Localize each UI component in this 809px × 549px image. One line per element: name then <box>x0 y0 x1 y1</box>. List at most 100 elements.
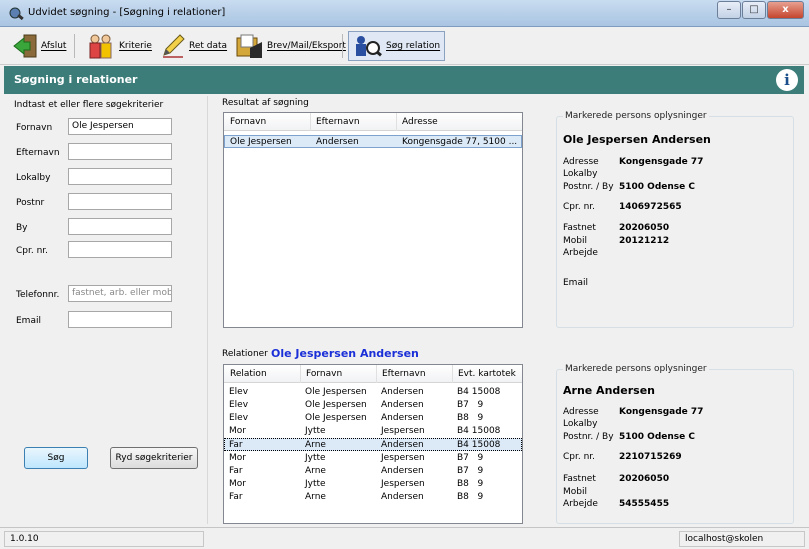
window-title: Udvidet søgning - [Søgning i relationer] <box>28 7 226 18</box>
search-button[interactable]: Søg <box>24 447 88 469</box>
relations-list[interactable]: Relation Fornavn Efternavn Evt. kartotek… <box>223 364 523 524</box>
rel-relation: Mor <box>229 479 246 489</box>
cpr-input[interactable] <box>68 241 172 258</box>
postnr-by-label: Postnr. / By <box>563 182 614 192</box>
rel-relation: Far <box>229 492 243 502</box>
result-adresse: Kongensgade 77, 5100 ... <box>402 137 518 147</box>
rel-fornavn: Jytte <box>305 453 326 463</box>
rel-fornavn: Jytte <box>305 426 326 436</box>
rel-fornavn: Jytte <box>305 479 326 489</box>
toolbar-separator <box>342 34 343 58</box>
rel-fornavn: Ole Jespersen <box>305 400 367 410</box>
adresse-label: Adresse <box>563 407 599 417</box>
clear-criteria-button[interactable]: Ryd søgekriterier <box>110 447 198 469</box>
edit-pen-icon <box>163 34 185 58</box>
status-bar: 1.0.10 localhost@skolen <box>0 527 809 549</box>
adresse-label: Adresse <box>563 157 599 167</box>
app-icon <box>9 7 24 20</box>
arbejde-label: Arbejde <box>563 248 598 258</box>
relation-row[interactable]: Mor Jytte Jespersen B8 9 <box>224 478 522 491</box>
rel-col-kartotek[interactable]: Evt. kartotek <box>458 369 516 379</box>
postnr-label: Postnr <box>16 198 45 208</box>
by-input[interactable] <box>68 218 172 235</box>
kriterie-button[interactable]: Kriterie <box>82 31 156 61</box>
arbejde-label: Arbejde <box>563 499 598 509</box>
rel-kartotek: B4 15008 <box>457 426 501 436</box>
afslut-button[interactable]: Afslut <box>8 31 70 61</box>
email-input[interactable] <box>68 311 172 328</box>
exit-icon <box>13 34 37 58</box>
relation-row[interactable]: Mor Jytte Jespersen B4 15008 <box>224 425 522 438</box>
results-col-adresse[interactable]: Adresse <box>402 117 438 127</box>
minimize-button[interactable]: – <box>717 1 741 19</box>
rel-fornavn: Arne <box>305 492 326 502</box>
rel-col-fornavn[interactable]: Fornavn <box>306 369 342 379</box>
result-fornavn: Ole Jespersen <box>230 137 292 147</box>
kriterie-label: Kriterie <box>119 41 152 51</box>
rel-kartotek: B8 9 <box>457 492 484 502</box>
rel-kartotek: B7 9 <box>457 466 484 476</box>
rel-efternavn: Jespersen <box>381 479 425 489</box>
rel-col-efternavn[interactable]: Efternavn <box>382 369 426 379</box>
close-button[interactable]: x <box>767 1 804 19</box>
fornavn-input[interactable]: Ole Jespersen <box>68 118 172 135</box>
rel-relation: Far <box>229 466 243 476</box>
toolbar: Afslut Kriterie Ret data Brev/Mail/Ekspo… <box>0 28 809 65</box>
telefon-input[interactable]: fastnet, arb. eller mobil <box>68 285 172 302</box>
results-header: Fornavn Efternavn Adresse <box>224 113 522 131</box>
lokalby-label: Lokalby <box>16 173 51 183</box>
postnr-by-label: Postnr. / By <box>563 432 614 442</box>
lokalby-input[interactable] <box>68 168 172 185</box>
telefon-label: Telefonnr. <box>16 290 60 300</box>
relations-person-name: Ole Jespersen Andersen <box>271 347 419 360</box>
rel-kartotek: B8 9 <box>457 479 484 489</box>
rel-efternavn: Andersen <box>381 440 424 450</box>
relation-person-info-label: Markerede persons oplysninger <box>563 364 709 374</box>
ret-data-button[interactable]: Ret data <box>156 31 231 61</box>
brev-mail-eksport-button[interactable]: Brev/Mail/Eksport <box>230 31 350 61</box>
title-bar: Udvidet søgning - [Søgning i relationer]… <box>0 0 809 27</box>
relation-row[interactable]: Mor Jytte Jespersen B7 9 <box>224 452 522 465</box>
efternavn-input[interactable] <box>68 143 172 160</box>
rel-relation: Elev <box>229 387 249 397</box>
rel-relation: Far <box>229 440 243 450</box>
relation-row[interactable]: Far Arne Andersen B7 9 <box>224 465 522 478</box>
maximize-button[interactable]: □ <box>742 1 766 19</box>
cpr-label: Cpr. nr. <box>563 452 596 462</box>
server-text: localhost@skolen <box>679 531 805 547</box>
rel-efternavn: Jespersen <box>381 453 425 463</box>
soeg-relation-button[interactable]: Søg relation <box>348 31 446 61</box>
relation-row-selected[interactable]: Far Arne Andersen B4 15008 <box>224 438 522 451</box>
rel-relation: Mor <box>229 453 246 463</box>
people-icon <box>89 34 112 59</box>
section-title: Søgning i relationer <box>14 73 138 86</box>
fastnet-value: 20206050 <box>619 223 670 233</box>
rel-kartotek: B4 15008 <box>457 387 501 397</box>
relation-row[interactable]: Far Arne Andersen B8 9 <box>224 491 522 504</box>
rel-efternavn: Andersen <box>381 466 424 476</box>
rel-relation: Mor <box>229 426 246 436</box>
rel-efternavn: Jespersen <box>381 426 425 436</box>
person-name: Ole Jespersen Andersen <box>563 133 711 146</box>
version-text: 1.0.10 <box>4 531 204 547</box>
info-icon[interactable]: i <box>776 69 798 91</box>
postnr-input[interactable] <box>68 193 172 210</box>
relations-label: Relationer <box>222 349 268 359</box>
afslut-label: Afslut <box>41 41 67 51</box>
letter-export-icon <box>236 34 262 58</box>
relation-row[interactable]: Elev Ole Jespersen Andersen B7 9 <box>224 399 522 412</box>
relation-row[interactable]: Elev Ole Jespersen Andersen B4 15008 <box>224 386 522 399</box>
results-row[interactable]: Ole Jespersen Andersen Kongensgade 77, 5… <box>224 135 522 148</box>
soeg-relation-label: Søg relation <box>386 41 441 51</box>
results-col-efternavn[interactable]: Efternavn <box>316 117 360 127</box>
result-efternavn: Andersen <box>316 137 359 147</box>
rel-fornavn: Ole Jespersen <box>305 413 367 423</box>
relation-row[interactable]: Elev Ole Jespersen Andersen B8 9 <box>224 412 522 425</box>
results-label: Resultat af søgning <box>222 98 309 108</box>
results-list[interactable]: Fornavn Efternavn Adresse Ole Jespersen … <box>223 112 523 328</box>
cpr-label: Cpr. nr. <box>563 202 596 212</box>
arbejde-value: 54555455 <box>619 499 670 509</box>
rel-col-relation[interactable]: Relation <box>230 369 267 379</box>
results-col-fornavn[interactable]: Fornavn <box>230 117 266 127</box>
adresse-value: Kongensgade 77 <box>619 407 704 417</box>
